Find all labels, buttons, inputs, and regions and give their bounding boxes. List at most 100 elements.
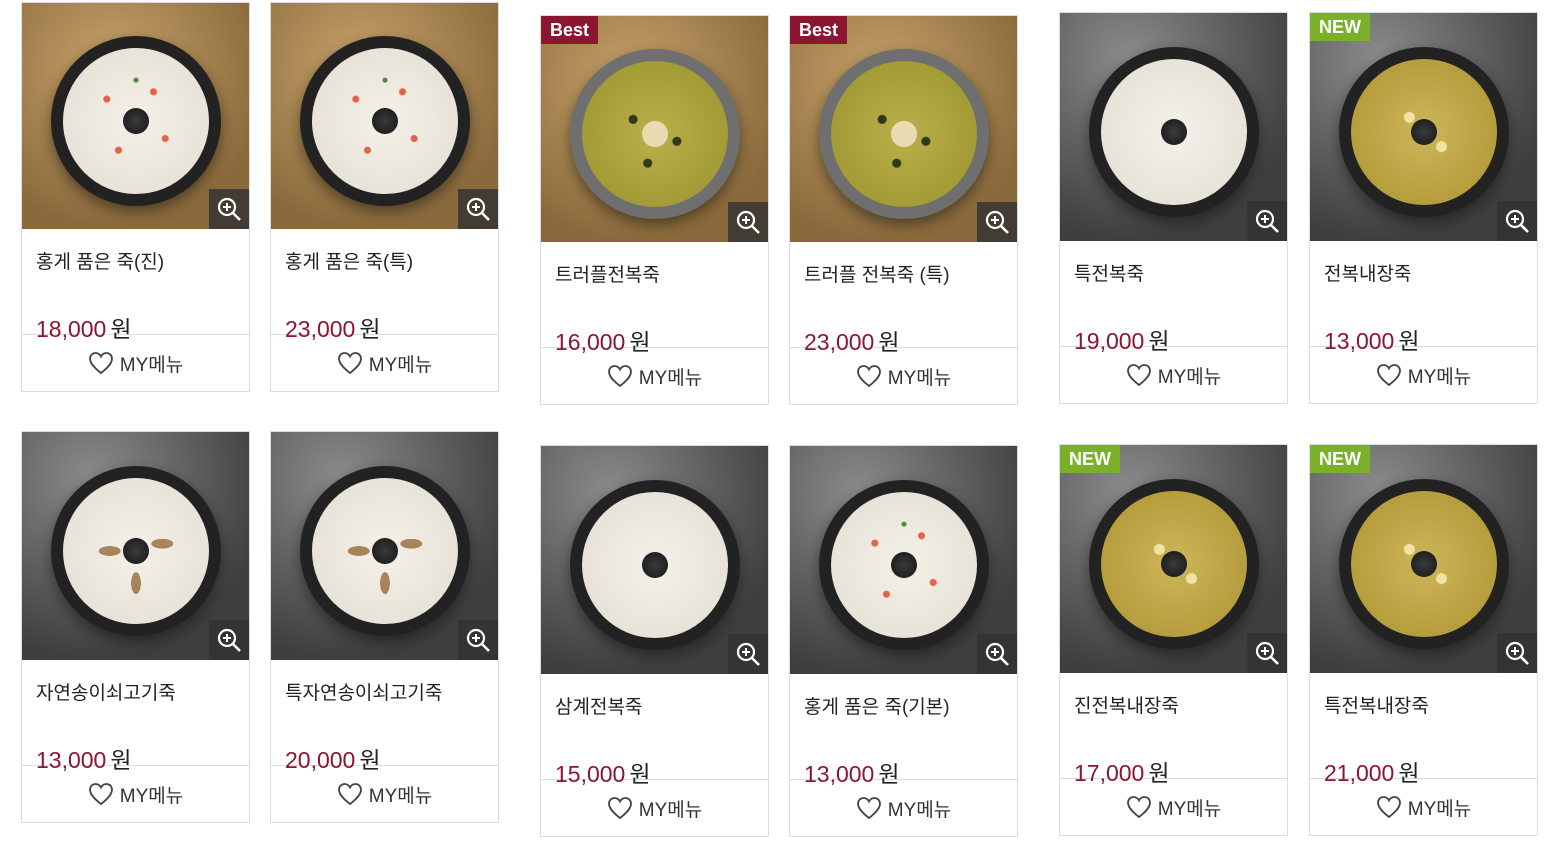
product-card[interactable]: 삼계전복죽 15,000 원 MY메뉴 bbox=[540, 445, 769, 837]
price-unit: 원 bbox=[1398, 760, 1420, 786]
product-card[interactable]: 홍게 품은 죽(특) 23,000 원 MY메뉴 bbox=[270, 2, 499, 392]
bowl-image bbox=[299, 35, 470, 206]
heart-icon bbox=[337, 352, 362, 375]
heart-icon bbox=[856, 365, 881, 388]
product-card[interactable]: 자연송이쇠고기죽 13,000 원 MY메뉴 bbox=[21, 431, 250, 823]
product-info: 진전복내장죽 17,000 원 bbox=[1060, 673, 1287, 786]
zoom-button[interactable] bbox=[1497, 201, 1537, 241]
product-name[interactable]: 트러플 전복죽 (특) bbox=[804, 260, 1003, 287]
my-menu-label: MY메뉴 bbox=[368, 785, 433, 807]
product-info: 삼계전복죽 15,000 원 bbox=[541, 674, 768, 787]
product-image[interactable] bbox=[271, 432, 498, 660]
product-info: 특전복내장죽 21,000 원 bbox=[1310, 673, 1537, 786]
my-menu-label: MY메뉴 bbox=[887, 367, 952, 389]
product-name[interactable]: 특전복죽 bbox=[1074, 259, 1273, 286]
product-info: 홍게 품은 죽(특) 23,000 원 bbox=[271, 229, 498, 342]
product-name[interactable]: 트러플전복죽 bbox=[555, 260, 754, 287]
product-image[interactable]: Best bbox=[541, 16, 768, 242]
product-card[interactable]: Best 트러플전복죽 16,000 원 MY메뉴 bbox=[540, 15, 769, 405]
product-info: 트러플 전복죽 (특) 23,000 원 bbox=[790, 242, 1017, 355]
price-value: 13,000 bbox=[1324, 328, 1395, 354]
product-image[interactable] bbox=[1060, 13, 1287, 241]
product-image[interactable] bbox=[22, 3, 249, 229]
price-unit: 원 bbox=[878, 761, 900, 787]
product-card[interactable]: 홍게 품은 죽(진) 18,000 원 MY메뉴 bbox=[21, 2, 250, 392]
my-menu-label: MY메뉴 bbox=[1157, 366, 1222, 388]
product-name[interactable]: 삼계전복죽 bbox=[555, 692, 754, 719]
my-menu-label: MY메뉴 bbox=[119, 785, 184, 807]
new-badge: NEW bbox=[1310, 445, 1370, 473]
my-menu-label: MY메뉴 bbox=[119, 354, 184, 376]
zoom-in-icon bbox=[736, 210, 760, 234]
product-card[interactable]: 홍게 품은 죽(기본) 13,000 원 MY메뉴 bbox=[789, 445, 1018, 837]
zoom-button[interactable] bbox=[728, 634, 768, 674]
bowl-image bbox=[818, 48, 989, 219]
heart-icon bbox=[1126, 364, 1151, 387]
zoom-in-icon bbox=[736, 642, 760, 666]
zoom-button[interactable] bbox=[1247, 633, 1287, 673]
product-name[interactable]: 특자연송이쇠고기죽 bbox=[285, 678, 484, 705]
heart-icon bbox=[88, 783, 113, 806]
zoom-in-icon bbox=[466, 197, 490, 221]
price-value: 23,000 bbox=[285, 316, 356, 342]
product-name[interactable]: 특전복내장죽 bbox=[1324, 691, 1523, 718]
zoom-button[interactable] bbox=[209, 620, 249, 660]
price-unit: 원 bbox=[359, 747, 381, 773]
bowl-image bbox=[1338, 478, 1509, 649]
zoom-in-icon bbox=[1505, 209, 1529, 233]
price-value: 13,000 bbox=[804, 761, 875, 787]
product-info: 홍게 품은 죽(진) 18,000 원 bbox=[22, 229, 249, 342]
zoom-button[interactable] bbox=[728, 202, 768, 242]
price-value: 20,000 bbox=[285, 747, 356, 773]
bowl-image bbox=[299, 465, 470, 636]
my-menu-label: MY메뉴 bbox=[1407, 798, 1472, 820]
zoom-button[interactable] bbox=[1247, 201, 1287, 241]
product-card[interactable]: 특전복죽 19,000 원 MY메뉴 bbox=[1059, 12, 1288, 404]
product-card[interactable]: Best 트러플 전복죽 (특) 23,000 원 MY메뉴 bbox=[789, 15, 1018, 405]
zoom-button[interactable] bbox=[458, 620, 498, 660]
product-image[interactable]: Best bbox=[790, 16, 1017, 242]
bowl-image bbox=[50, 35, 221, 206]
product-name[interactable]: 홍게 품은 죽(진) bbox=[36, 247, 235, 274]
product-image[interactable] bbox=[541, 446, 768, 674]
product-image[interactable] bbox=[22, 432, 249, 660]
product-image[interactable] bbox=[790, 446, 1017, 674]
price-value: 21,000 bbox=[1324, 760, 1395, 786]
product-image[interactable]: NEW bbox=[1310, 445, 1537, 673]
price-unit: 원 bbox=[1148, 760, 1170, 786]
price-value: 16,000 bbox=[555, 329, 626, 355]
product-image[interactable]: NEW bbox=[1310, 13, 1537, 241]
bowl-image bbox=[1088, 46, 1259, 217]
product-info: 자연송이쇠고기죽 13,000 원 bbox=[22, 660, 249, 773]
best-badge: Best bbox=[541, 16, 599, 44]
price-value: 15,000 bbox=[555, 761, 626, 787]
product-card[interactable]: NEW 특전복내장죽 21,000 원 MY메뉴 bbox=[1309, 444, 1538, 836]
product-name[interactable]: 홍게 품은 죽(기본) bbox=[804, 692, 1003, 719]
product-image[interactable] bbox=[271, 3, 498, 229]
product-name[interactable]: 전복내장죽 bbox=[1324, 259, 1523, 286]
best-badge: Best bbox=[790, 16, 848, 44]
product-image[interactable]: NEW bbox=[1060, 445, 1287, 673]
zoom-button[interactable] bbox=[977, 634, 1017, 674]
my-menu-label: MY메뉴 bbox=[1157, 798, 1222, 820]
bowl-image bbox=[1338, 46, 1509, 217]
price-unit: 원 bbox=[359, 316, 381, 342]
zoom-in-icon bbox=[985, 210, 1009, 234]
product-card[interactable]: 특자연송이쇠고기죽 20,000 원 MY메뉴 bbox=[270, 431, 499, 823]
product-name[interactable]: 진전복내장죽 bbox=[1074, 691, 1273, 718]
product-name[interactable]: 자연송이쇠고기죽 bbox=[36, 678, 235, 705]
heart-icon bbox=[607, 365, 632, 388]
price-unit: 원 bbox=[878, 329, 900, 355]
price-unit: 원 bbox=[629, 329, 651, 355]
product-card[interactable]: NEW 진전복내장죽 17,000 원 MY메뉴 bbox=[1059, 444, 1288, 836]
product-name[interactable]: 홍게 품은 죽(특) bbox=[285, 247, 484, 274]
zoom-button[interactable] bbox=[977, 202, 1017, 242]
price-unit: 원 bbox=[1398, 328, 1420, 354]
product-card[interactable]: NEW 전복내장죽 13,000 원 MY메뉴 bbox=[1309, 12, 1538, 404]
zoom-button[interactable] bbox=[1497, 633, 1537, 673]
zoom-button[interactable] bbox=[458, 189, 498, 229]
zoom-in-icon bbox=[1505, 641, 1529, 665]
zoom-in-icon bbox=[217, 628, 241, 652]
price-value: 13,000 bbox=[36, 747, 107, 773]
zoom-button[interactable] bbox=[209, 189, 249, 229]
